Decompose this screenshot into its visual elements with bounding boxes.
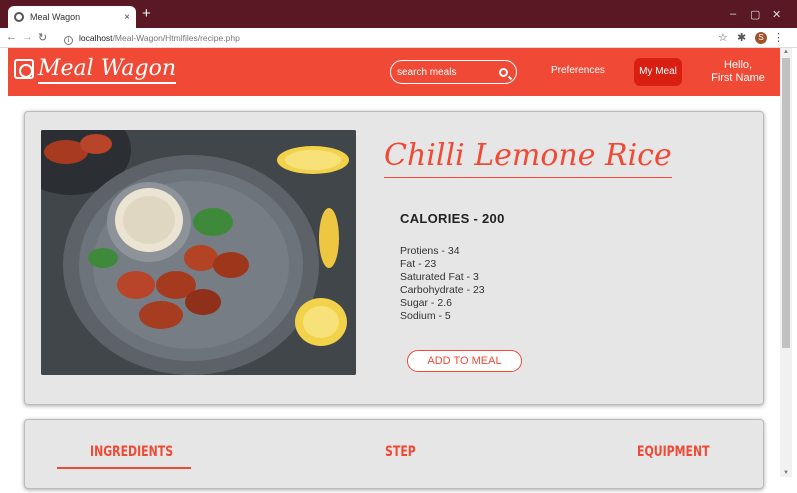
url-host: localhost [79,33,113,43]
browser-tab-bar: Meal Wagon × + – ▢ ✕ [0,0,797,28]
search-placeholder: search meals [397,66,457,78]
my-meal-button[interactable]: My Meal [634,58,682,86]
greeting-line: Hello, [723,59,753,71]
recipe-title: Chilli Lemone Rice [384,138,672,178]
nutrient-item: Sodium - 5 [400,310,451,322]
menu-dots-icon[interactable]: ⋮ [773,31,784,44]
info-icon[interactable]: i [64,36,73,45]
nutrient-list: Protiens - 34 Fat - 23 Saturated Fat - 3… [400,245,485,323]
nutrient-item: Carbohydrate - 23 [400,284,485,296]
reload-icon[interactable]: ↻ [38,31,47,44]
url-path: /Meal-Wagon/Htmlfiles/recipe.php [112,33,240,43]
globe-icon [14,12,24,22]
address-bar: ← → ↻ i localhost/Meal-Wagon/Htmlfiles/re… [0,28,797,48]
url-field[interactable]: i localhost/Meal-Wagon/Htmlfiles/recipe.p… [64,30,714,46]
page-scrollbar[interactable]: ▲ ▼ [780,48,792,477]
scroll-up-icon[interactable]: ▲ [783,49,789,55]
page-content: Chilli Lemone Rice CALORIES - 200 Protie… [8,96,780,489]
logo-text[interactable]: Meal Wagon [38,56,177,84]
app-header: Meal Wagon search meals Preferences My M… [8,48,780,96]
search-icon[interactable] [499,67,508,77]
user-name: First Name [711,72,765,84]
food-illustration [41,130,356,375]
nutrient-item: Sugar - 2.6 [400,297,452,309]
tab-step[interactable]: STEP [385,444,416,460]
new-tab-button[interactable]: + [142,6,151,22]
logo-icon[interactable] [14,59,34,79]
preferences-link[interactable]: Preferences [551,65,605,76]
nutrient-item: Fat - 23 [400,258,437,270]
recipe-card: Chilli Lemone Rice CALORIES - 200 Protie… [24,111,764,405]
extensions-icon[interactable]: ✱ [737,31,746,44]
star-icon[interactable]: ☆ [718,31,728,44]
back-icon[interactable]: ← [6,31,17,43]
tab-equipment[interactable]: EQUIPMENT [637,444,710,460]
recipe-photo [41,130,356,375]
forward-icon[interactable]: → [22,31,33,43]
active-tab-underline [57,467,191,469]
add-to-meal-button[interactable]: ADD TO MEAL [407,350,522,372]
browser-tab[interactable]: Meal Wagon × [8,6,136,28]
tab-ingredients[interactable]: INGREDIENTS [90,444,173,460]
maximize-icon[interactable]: ▢ [750,8,760,21]
calories-heading: CALORIES - 200 [400,211,505,226]
user-greeting[interactable]: Hello, First Name [708,59,768,85]
nutrient-item: Saturated Fat - 3 [400,271,479,283]
scrollbar-thumb[interactable] [782,58,790,348]
search-input[interactable]: search meals [390,60,517,84]
tab-close-icon[interactable]: × [124,12,130,23]
tab-title: Meal Wagon [30,12,81,22]
window-close-icon[interactable]: ✕ [772,8,781,21]
details-tabs-card: INGREDIENTS STEP EQUIPMENT [24,419,764,489]
nutrient-item: Protiens - 34 [400,245,460,257]
profile-avatar[interactable]: S [755,32,767,44]
scroll-down-icon[interactable]: ▼ [783,470,789,476]
minimize-icon[interactable]: – [730,8,736,20]
